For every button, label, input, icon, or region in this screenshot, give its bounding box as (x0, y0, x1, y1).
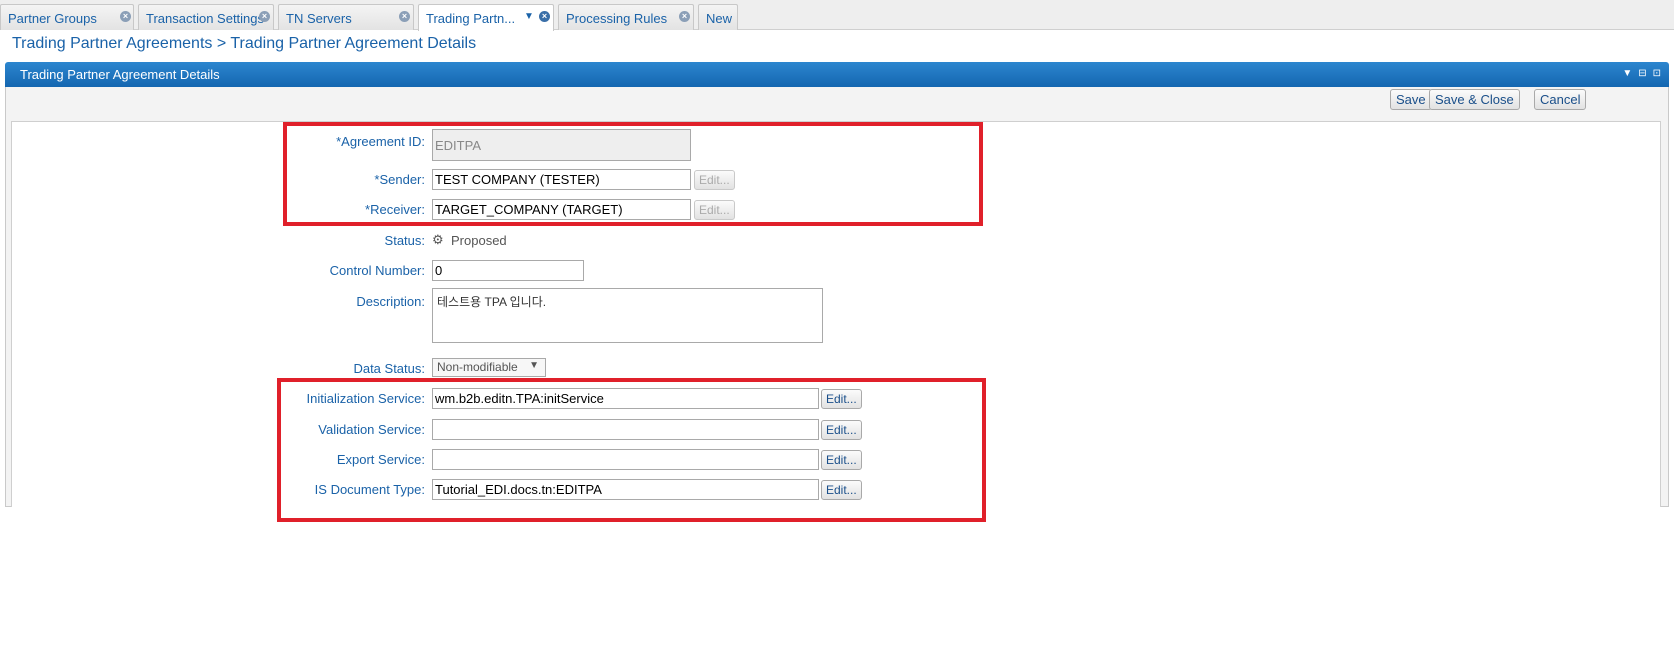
tab-label: Transaction Settings (146, 11, 265, 26)
panel-title: Trading Partner Agreement Details (20, 67, 220, 82)
highlight-box-bottom (277, 378, 986, 522)
description-label: Description: (356, 294, 425, 309)
maximize-icon[interactable]: ⊡ (1653, 68, 1661, 80)
status-label: Status: (384, 233, 425, 248)
save-close-button[interactable]: Save & Close (1429, 89, 1520, 110)
cancel-button[interactable]: Cancel (1534, 89, 1587, 110)
tab-label: TN Servers (286, 11, 352, 26)
tab-transaction-settings[interactable]: Transaction Settings × (138, 4, 274, 30)
breadcrumb-parent-link[interactable]: Trading Partner Agreements (12, 35, 212, 52)
panel-header: Trading Partner Agreement Details ▼ ⊟ ⊡ (5, 62, 1669, 87)
close-icon[interactable]: × (679, 11, 690, 22)
tab-new[interactable]: New (698, 4, 738, 30)
tab-bar: Partner Groups × Transaction Settings × … (0, 0, 1674, 31)
data-status-select[interactable]: Non-modifiable ▼ (432, 358, 546, 377)
control-number-label: Control Number: (329, 263, 425, 278)
chevron-down-icon[interactable]: ▼ (1622, 68, 1632, 80)
tab-tn-servers[interactable]: TN Servers × (278, 4, 414, 30)
control-number-field[interactable]: 0 (432, 260, 584, 281)
status-value: Proposed (451, 233, 507, 248)
tab-label: Partner Groups (8, 11, 97, 26)
tab-label: New (706, 11, 733, 26)
tab-label: Processing Rules (566, 11, 668, 26)
breadcrumb: Trading Partner Agreements > Trading Par… (12, 35, 476, 53)
data-status-label: Data Status: (353, 361, 425, 376)
save-button[interactable]: Save (1390, 89, 1432, 110)
collapse-icon[interactable]: ⊟ (1638, 68, 1646, 80)
tab-trading-partner-agreements[interactable]: Trading Partn... ▼ × (418, 4, 554, 31)
highlight-box-top (283, 122, 983, 226)
close-icon[interactable]: × (539, 11, 550, 22)
close-icon[interactable]: × (120, 11, 131, 22)
close-icon[interactable]: × (259, 11, 270, 22)
close-icon[interactable]: × (399, 11, 410, 22)
tab-partner-groups[interactable]: Partner Groups × (0, 4, 134, 30)
chevron-down-icon[interactable]: ▼ (524, 11, 534, 22)
data-status-value: Non-modifiable (437, 360, 518, 374)
description-textarea[interactable]: 테스트용 TPA 입니다. (432, 288, 823, 343)
breadcrumb-current: Trading Partner Agreement Details (230, 35, 477, 52)
status-icon: ⚙ (432, 232, 444, 247)
tab-label: Trading Partn... (426, 11, 516, 26)
tab-processing-rules[interactable]: Processing Rules × (558, 4, 694, 30)
breadcrumb-separator: > (216, 35, 227, 52)
chevron-down-icon: ▼ (529, 360, 539, 371)
